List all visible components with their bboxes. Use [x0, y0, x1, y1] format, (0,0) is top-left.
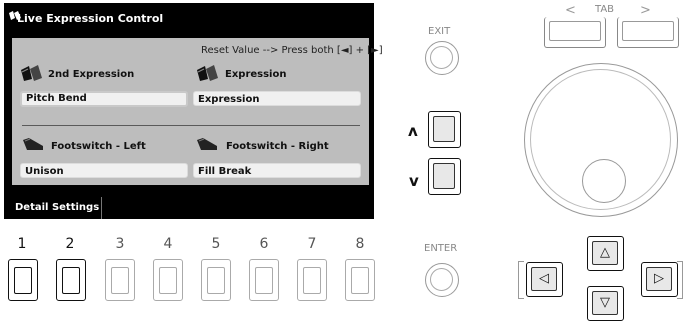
section-label-expression: Expression	[225, 69, 287, 80]
button-number-label: 7	[307, 236, 317, 252]
number-button-5[interactable]	[201, 259, 231, 301]
cursor-down-icon: ▽	[592, 291, 618, 315]
number-button-7[interactable]	[297, 259, 327, 301]
button-number-label: 5	[211, 236, 221, 252]
data-dial[interactable]	[524, 63, 678, 217]
tab-left-label: <	[565, 3, 576, 18]
enter-label: ENTER	[424, 243, 458, 254]
screen-title: Live Expression Control	[17, 12, 164, 25]
cursor-up-button[interactable]: △	[587, 236, 624, 271]
number-button-3[interactable]	[105, 259, 135, 301]
section-label-footswitch-right: Footswitch - Right	[226, 141, 329, 152]
down-button[interactable]	[428, 158, 461, 195]
tab-label: TAB	[595, 4, 615, 15]
tab-right-button[interactable]	[617, 17, 679, 48]
cursor-up-icon: △	[592, 241, 618, 265]
number-button-1[interactable]	[8, 259, 38, 301]
cursor-down-button[interactable]: ▽	[587, 286, 624, 321]
exit-button[interactable]	[425, 41, 459, 75]
exit-label: EXIT	[428, 26, 451, 37]
tab-right-label: >	[640, 3, 651, 18]
number-button-6[interactable]	[249, 259, 279, 301]
field-footswitch-right[interactable]: Fill Break	[193, 163, 361, 178]
number-button-2[interactable]	[56, 259, 86, 301]
button-number-label: 8	[355, 236, 365, 252]
field-footswitch-left[interactable]: Unison	[20, 163, 188, 178]
reset-hint: Reset Value --> Press both [◄] + [►]	[201, 45, 383, 56]
footswitch-icon	[23, 138, 43, 150]
button-number-label: 4	[163, 236, 173, 252]
button-number-label: 1	[17, 236, 27, 252]
number-button-4[interactable]	[153, 259, 183, 301]
button-number-label: 2	[65, 236, 75, 252]
section-label-2nd-expression: 2nd Expression	[48, 69, 135, 80]
section-divider	[22, 125, 360, 126]
cursor-bracket-left	[518, 261, 524, 299]
field-2nd-expression[interactable]: Pitch Bend	[20, 91, 188, 107]
enter-button[interactable]	[425, 263, 459, 297]
section-label-footswitch-left: Footswitch - Left	[51, 141, 146, 152]
down-label: v	[409, 172, 419, 190]
expression-pedal-icon	[21, 65, 42, 81]
cursor-right-button[interactable]: ▷	[641, 262, 678, 297]
expression-pedal-icon	[197, 65, 218, 81]
number-button-8[interactable]	[345, 259, 375, 301]
detail-settings-button[interactable]: Detail Settings	[4, 197, 102, 219]
button-number-label: 6	[259, 236, 269, 252]
data-dial-knob[interactable]	[582, 159, 626, 203]
cursor-left-icon: ◁	[531, 267, 557, 291]
up-button[interactable]	[428, 111, 461, 148]
button-number-label: 3	[115, 236, 125, 252]
tab-left-button[interactable]	[544, 17, 606, 48]
up-label: ʌ	[408, 122, 418, 140]
footswitch-icon	[197, 138, 217, 150]
field-expression[interactable]: Expression	[193, 91, 361, 106]
cursor-left-button[interactable]: ◁	[526, 262, 563, 297]
cursor-right-icon: ▷	[646, 267, 672, 291]
